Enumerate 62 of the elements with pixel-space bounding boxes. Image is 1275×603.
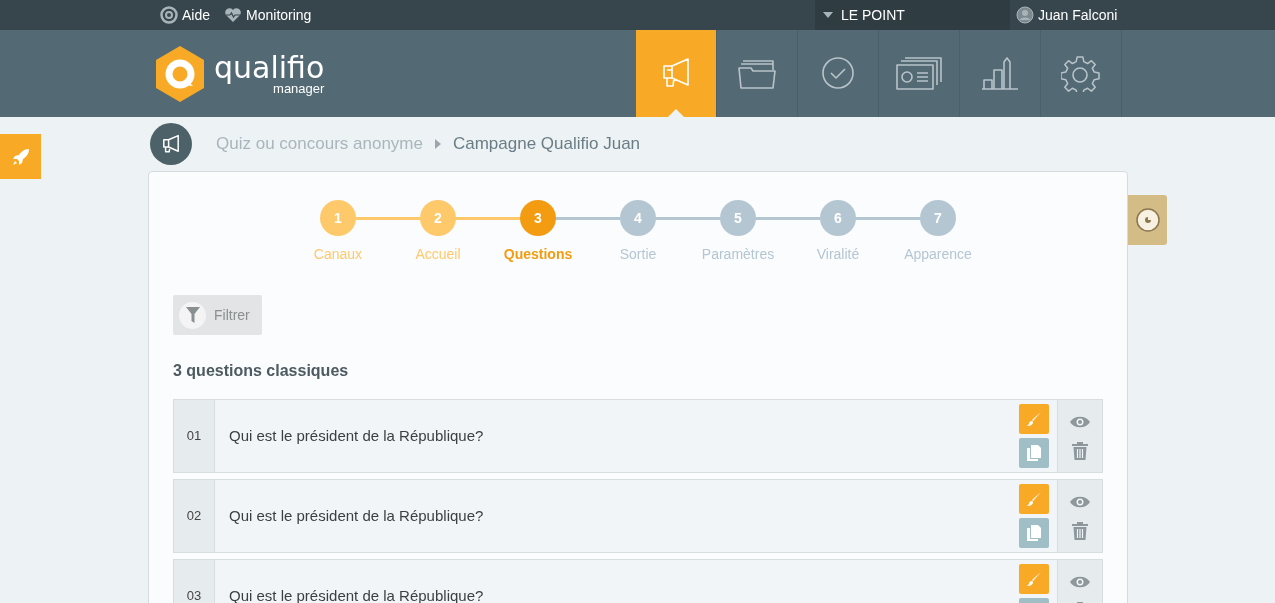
question-number: 02 (174, 480, 215, 552)
step-label[interactable]: Accueil (415, 244, 461, 265)
question-text: Qui est le président de la République? (228, 585, 485, 603)
account-dropdown[interactable]: LE POINT (815, 0, 1010, 30)
pointer-triangle-icon (668, 109, 684, 117)
delete-button[interactable] (1072, 520, 1088, 541)
step-number[interactable]: 5 (720, 200, 756, 236)
step-label[interactable]: Sortie (619, 244, 657, 265)
gear-icon (1061, 55, 1101, 92)
heart-pulse-icon (224, 6, 243, 24)
edit-button[interactable] (1019, 404, 1049, 434)
rocket-button[interactable] (0, 134, 41, 179)
edit-button[interactable] (1019, 564, 1049, 594)
rocket-icon (11, 147, 30, 166)
top-link[interactable]: Monitoring (224, 4, 312, 26)
step-number[interactable]: 1 (320, 200, 356, 236)
top-link[interactable]: Aide (160, 4, 211, 26)
question-text: Qui est le président de la République? (228, 425, 485, 446)
logo-subtitle: manager (273, 82, 325, 95)
contact-cards-icon (895, 55, 943, 92)
breadcrumb-current[interactable]: Campagne Qualifio Juan (452, 131, 641, 157)
eye-icon (1070, 415, 1090, 430)
step-number[interactable]: 4 (620, 200, 656, 236)
copy-icon (1027, 445, 1041, 461)
breadcrumb-link[interactable]: Quiz ou concours anonyme (216, 131, 423, 157)
delete-button[interactable] (1072, 440, 1088, 461)
duplicate-button[interactable] (1019, 518, 1049, 548)
nav-tile[interactable] (636, 30, 717, 117)
edit-button[interactable] (1019, 484, 1049, 514)
pie-chart-icon (1135, 208, 1160, 232)
lifebuoy-icon (160, 6, 178, 24)
step-number[interactable]: 3 (520, 200, 556, 236)
question-number: 01 (174, 400, 215, 472)
eye-icon (1070, 495, 1090, 510)
chevron-right-icon (434, 139, 441, 149)
filter-button[interactable]: Filtrer (173, 295, 262, 335)
side-panel-tab[interactable] (1128, 195, 1167, 245)
user-avatar-icon (1016, 6, 1034, 24)
copy-icon (1027, 525, 1041, 541)
bar-chart-icon (980, 55, 1020, 92)
step-label[interactable]: Apparence (904, 244, 972, 265)
section-heading: 3 questions classiques (173, 361, 350, 381)
step-label[interactable]: Canaux (313, 244, 363, 265)
paintbrush-icon (1026, 571, 1042, 587)
step-label[interactable]: Questions (503, 244, 573, 265)
question-number: 03 (174, 560, 215, 603)
step-number[interactable]: 7 (920, 200, 956, 236)
funnel-icon (185, 307, 200, 323)
step-label[interactable]: Paramètres (701, 244, 775, 265)
eye-icon (1070, 575, 1090, 590)
paintbrush-icon (1026, 411, 1042, 427)
paintbrush-icon (1026, 491, 1042, 507)
step-label[interactable]: Viralité (816, 244, 860, 265)
logo-hexagon-icon (154, 44, 206, 103)
logo-wordmark: qualifio (214, 52, 325, 83)
trash-icon (1072, 522, 1088, 541)
caret-icon (823, 12, 833, 18)
trash-icon (1072, 442, 1088, 461)
step-number[interactable]: 2 (420, 200, 456, 236)
question-text: Qui est le président de la République? (228, 505, 485, 526)
step-number[interactable]: 6 (820, 200, 856, 236)
duplicate-button[interactable] (1019, 438, 1049, 468)
